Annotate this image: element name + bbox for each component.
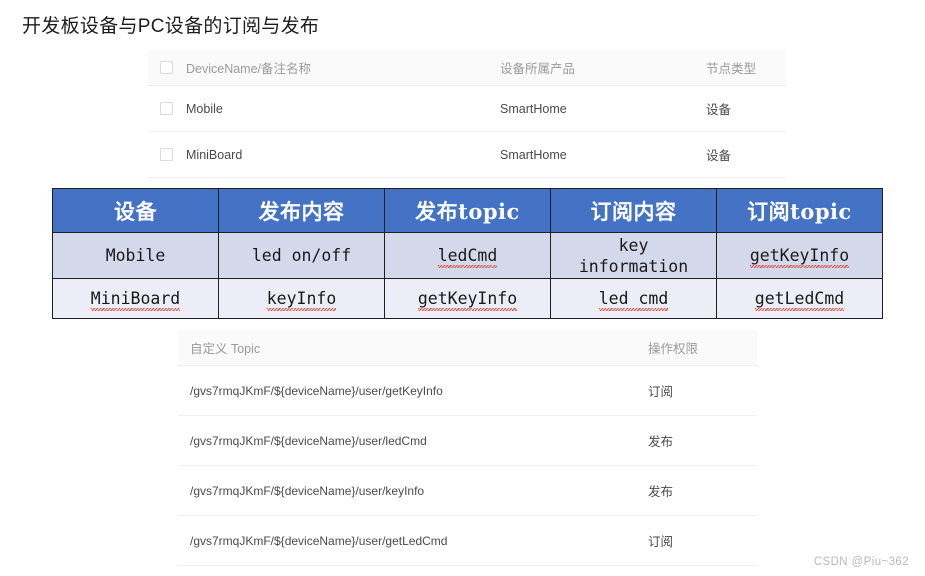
row-checkbox[interactable] bbox=[159, 102, 173, 115]
mapping-publish-topic-text: getKeyInfo bbox=[417, 288, 518, 311]
watermark: CSDN @Piu~362 bbox=[813, 556, 909, 568]
mapping-header-device: 设备 bbox=[52, 188, 219, 233]
select-all-checkbox[interactable] bbox=[159, 61, 173, 74]
mapping-cell-subscribe-topic: getLedCmd bbox=[716, 278, 883, 319]
mapping-header-subscribe-content: 订阅内容 bbox=[550, 188, 717, 233]
mapping-subscribe-topic-text: getKeyInfo bbox=[749, 245, 850, 268]
custom-topic-table: 自定义 Topic 操作权限 /gvs7rmqJKmF/${deviceName… bbox=[178, 330, 757, 566]
row-checkbox[interactable] bbox=[159, 148, 173, 161]
mapping-cell-publish-content: led on/off bbox=[218, 232, 385, 279]
table-row[interactable]: MiniBoard SmartHome 设备 bbox=[148, 132, 786, 178]
mapping-header-publish-content: 发布内容 bbox=[218, 188, 385, 233]
mapping-device-text: MiniBoard bbox=[90, 288, 181, 311]
table-row[interactable]: /gvs7rmqJKmF/${deviceName}/user/getKeyIn… bbox=[178, 366, 757, 416]
cell-node-type: 设备 bbox=[706, 103, 732, 117]
column-header-node-type: 节点类型 bbox=[706, 62, 757, 76]
mapping-publish-content-text: led on/off bbox=[251, 246, 352, 265]
mapping-header-publish-topic: 发布topic bbox=[384, 188, 551, 233]
mapping-cell-subscribe-content: led cmd bbox=[550, 278, 717, 319]
cell-permission: 订阅 bbox=[648, 535, 674, 549]
mapping-subscribe-content-line2: information bbox=[578, 256, 689, 276]
cell-device-name: Mobile bbox=[186, 101, 223, 116]
mapping-subscribe-content-text: led cmd bbox=[598, 288, 669, 311]
column-header-product: 设备所属产品 bbox=[500, 62, 576, 76]
mapping-cell-device: MiniBoard bbox=[52, 278, 219, 319]
cell-product: SmartHome bbox=[500, 101, 567, 116]
mapping-cell-subscribe-content: key information bbox=[550, 232, 717, 279]
mapping-cell-publish-topic: getKeyInfo bbox=[384, 278, 551, 319]
cell-node-type: 设备 bbox=[706, 149, 732, 163]
mapping-publish-content-text: keyInfo bbox=[266, 288, 337, 311]
pubsub-mapping-table: 设备 发布内容 发布topic 订阅内容 订阅topic Mobile led … bbox=[52, 188, 883, 319]
select-all-checkbox-cell bbox=[148, 61, 184, 74]
column-header-permission: 操作权限 bbox=[648, 342, 699, 356]
mapping-cell-publish-content: keyInfo bbox=[218, 278, 385, 319]
cell-permission: 发布 bbox=[648, 485, 674, 499]
table-row[interactable]: /gvs7rmqJKmF/${deviceName}/user/keyInfo … bbox=[178, 466, 757, 516]
cell-device-name: MiniBoard bbox=[186, 147, 243, 162]
column-header-device-name: DeviceName/备注名称 bbox=[186, 62, 312, 76]
page-title: 开发板设备与PC设备的订阅与发布 bbox=[22, 16, 320, 37]
mapping-subscribe-content-line1: key bbox=[618, 235, 649, 255]
row-checkbox-cell bbox=[148, 148, 184, 161]
device-list-table: DeviceName/备注名称 设备所属产品 节点类型 Mobile Smart… bbox=[148, 50, 786, 178]
table-row[interactable]: /gvs7rmqJKmF/${deviceName}/user/ledCmd 发… bbox=[178, 416, 757, 466]
table-row[interactable]: Mobile SmartHome 设备 bbox=[148, 86, 786, 132]
mapping-row-mobile: Mobile led on/off ledCmd key information… bbox=[52, 232, 883, 279]
cell-product: SmartHome bbox=[500, 147, 567, 162]
table-row[interactable]: /gvs7rmqJKmF/${deviceName}/user/getLedCm… bbox=[178, 516, 757, 566]
topic-table-header-row: 自定义 Topic 操作权限 bbox=[178, 330, 757, 366]
row-checkbox-cell bbox=[148, 102, 184, 115]
mapping-cell-subscribe-topic: getKeyInfo bbox=[716, 232, 883, 279]
cell-permission: 订阅 bbox=[648, 385, 674, 399]
mapping-cell-publish-topic: ledCmd bbox=[384, 232, 551, 279]
cell-permission: 发布 bbox=[648, 435, 674, 449]
mapping-subscribe-topic-text: getLedCmd bbox=[754, 288, 845, 311]
mapping-device-text: Mobile bbox=[105, 246, 166, 265]
mapping-header-subscribe-topic: 订阅topic bbox=[716, 188, 883, 233]
cell-topic-path: /gvs7rmqJKmF/${deviceName}/user/keyInfo bbox=[190, 483, 425, 498]
cell-topic-path: /gvs7rmqJKmF/${deviceName}/user/getLedCm… bbox=[190, 533, 448, 548]
mapping-cell-device: Mobile bbox=[52, 232, 219, 279]
cell-topic-path: /gvs7rmqJKmF/${deviceName}/user/ledCmd bbox=[190, 433, 427, 448]
mapping-header-row: 设备 发布内容 发布topic 订阅内容 订阅topic bbox=[52, 188, 883, 233]
device-table-header-row: DeviceName/备注名称 设备所属产品 节点类型 bbox=[148, 50, 786, 86]
cell-topic-path: /gvs7rmqJKmF/${deviceName}/user/getKeyIn… bbox=[190, 383, 443, 398]
column-header-custom-topic: 自定义 Topic bbox=[190, 342, 261, 356]
mapping-row-miniboard: MiniBoard keyInfo getKeyInfo led cmd get… bbox=[52, 278, 883, 319]
mapping-publish-topic-text: ledCmd bbox=[437, 245, 498, 268]
